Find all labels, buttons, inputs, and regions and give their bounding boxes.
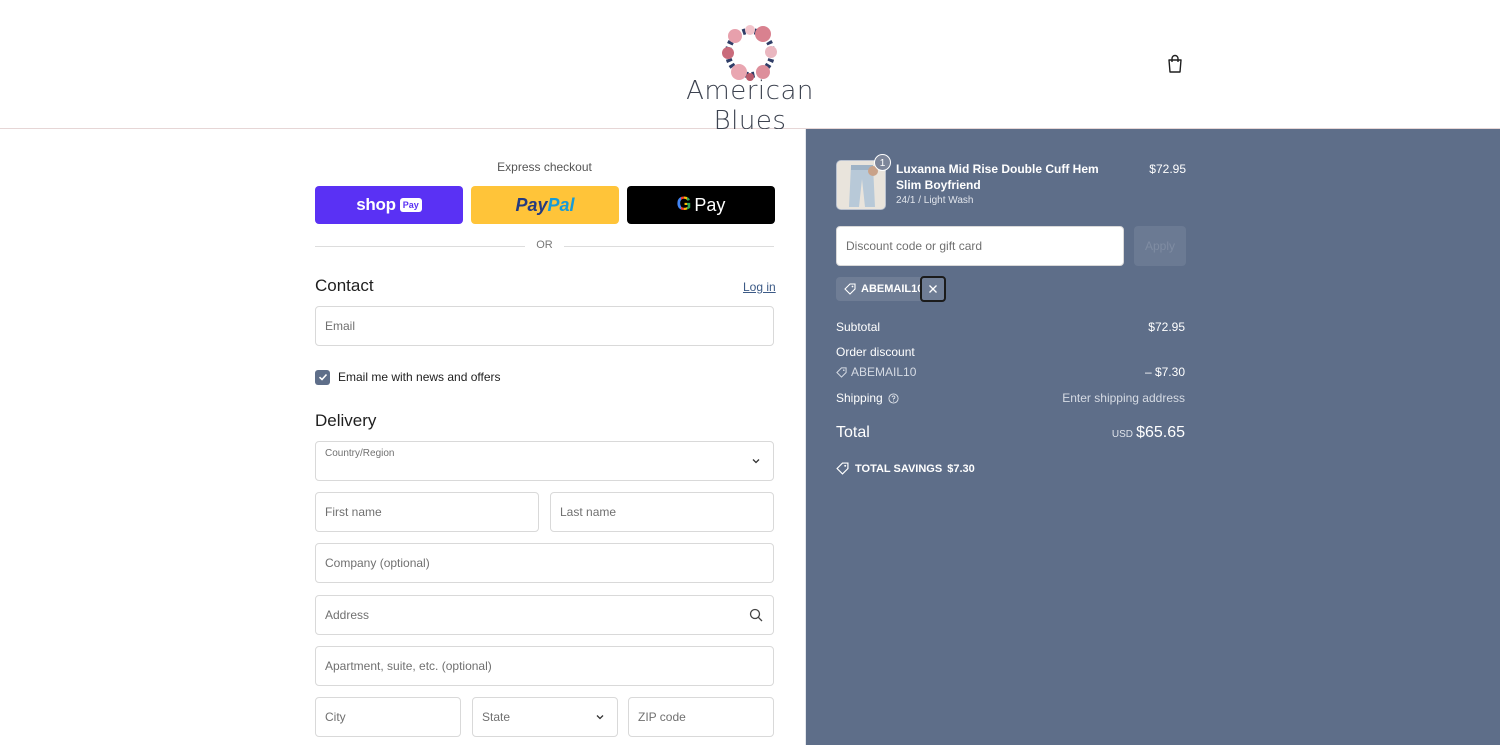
savings-value: $7.30 <box>947 462 975 475</box>
email-field[interactable]: Email <box>315 306 774 346</box>
header: American Blues <box>0 0 1500 136</box>
discount-code-row: ABEMAIL10 <box>836 365 916 379</box>
remove-discount-button[interactable] <box>920 276 946 302</box>
floral-wreath-icon <box>722 25 777 81</box>
chevron-down-icon <box>752 459 760 464</box>
address-placeholder: Address <box>325 608 370 622</box>
tag-icon <box>836 462 849 475</box>
applied-discount-tag: ABEMAIL10 <box>836 277 930 301</box>
country-select[interactable]: Country/Region <box>315 441 774 481</box>
total-label: Total <box>836 424 870 441</box>
company-placeholder: Company (optional) <box>325 556 430 570</box>
shipping-row: Shipping <box>836 391 899 405</box>
company-field[interactable]: Company (optional) <box>315 543 774 583</box>
applied-code: ABEMAIL10 <box>861 283 924 295</box>
savings-label: TOTAL SAVINGS <box>855 462 943 475</box>
google-pay-logo: G Pay <box>676 194 726 215</box>
first-name-placeholder: First name <box>325 505 382 519</box>
checkmark-icon <box>318 373 327 381</box>
product-name: Luxanna Mid Rise Double Cuff Hem Slim Bo… <box>896 162 1099 192</box>
newsletter-option[interactable]: Email me with news and offers <box>315 369 501 385</box>
state-placeholder: State <box>482 710 511 724</box>
zip-field[interactable]: ZIP code <box>628 697 774 737</box>
product-price: $72.95 <box>1149 162 1186 176</box>
address-field[interactable]: Address <box>315 595 774 635</box>
shop-pay-badge: Pay <box>399 198 422 212</box>
state-select[interactable]: State <box>472 697 618 737</box>
log-in-link[interactable]: Log in <box>743 280 776 294</box>
product-variant: 24/1 / Light Wash <box>896 195 974 206</box>
newsletter-checkbox[interactable] <box>315 369 330 385</box>
zip-placeholder: ZIP code <box>638 710 686 724</box>
tag-icon <box>836 366 847 378</box>
email-placeholder: Email <box>325 319 356 333</box>
currency-code: USD <box>1111 429 1133 440</box>
shopping-bag-icon[interactable] <box>1166 54 1184 74</box>
last-name-field[interactable]: Last name <box>550 492 774 532</box>
shop-pay-word: shop <box>356 195 396 214</box>
apply-button[interactable]: Apply <box>1134 226 1186 266</box>
total-savings: TOTAL SAVINGS $7.30 <box>836 462 975 475</box>
newsletter-label: Email me with news and offers <box>338 370 501 384</box>
discount-code-input[interactable]: Discount code or gift card <box>836 226 1124 266</box>
tag-icon <box>844 283 856 295</box>
or-divider: OR <box>315 239 774 253</box>
checkout-form: Express checkout shop Pay PayPal G Pay OR… <box>0 129 805 745</box>
paypal-button[interactable]: PayPal <box>471 186 619 224</box>
discount-placeholder: Discount code or gift card <box>846 239 983 253</box>
brand-logo[interactable]: American Blues <box>664 20 836 136</box>
discount-code: ABEMAIL10 <box>851 365 917 379</box>
discount-value: – $7.30 <box>1144 365 1185 379</box>
city-placeholder: City <box>325 710 346 724</box>
help-icon[interactable] <box>888 392 899 404</box>
subtotal-label: Subtotal <box>836 320 881 334</box>
paypal-logo: PayPal <box>515 194 575 215</box>
contact-heading: Contact <box>315 276 374 295</box>
delivery-heading: Delivery <box>315 411 377 430</box>
express-checkout-title: Express checkout <box>497 160 592 174</box>
first-name-field[interactable]: First name <box>315 492 539 532</box>
subtotal-value: $72.95 <box>1148 320 1185 334</box>
or-text: OR <box>536 239 553 251</box>
apartment-field[interactable]: Apartment, suite, etc. (optional) <box>315 646 774 686</box>
apartment-placeholder: Apartment, suite, etc. (optional) <box>325 659 492 673</box>
search-icon[interactable] <box>749 608 763 622</box>
order-discount-label: Order discount <box>836 345 915 359</box>
order-summary: 1 Luxanna Mid Rise Double Cuff Hem Slim … <box>805 129 1500 745</box>
total-value: $65.65 <box>1136 424 1185 441</box>
city-field[interactable]: City <box>315 697 461 737</box>
shop-pay-button[interactable]: shop Pay <box>315 186 463 224</box>
google-pay-button[interactable]: G Pay <box>627 186 775 224</box>
shipping-label: Shipping <box>836 391 883 405</box>
google-g-icon: G <box>676 194 692 215</box>
chevron-down-icon <box>596 715 604 720</box>
close-icon <box>929 285 937 293</box>
quantity-badge: 1 <box>874 154 891 171</box>
last-name-placeholder: Last name <box>560 505 617 519</box>
brand-name: American Blues <box>686 76 814 136</box>
country-label: Country/Region <box>325 448 395 459</box>
shipping-value: Enter shipping address <box>1062 391 1185 405</box>
